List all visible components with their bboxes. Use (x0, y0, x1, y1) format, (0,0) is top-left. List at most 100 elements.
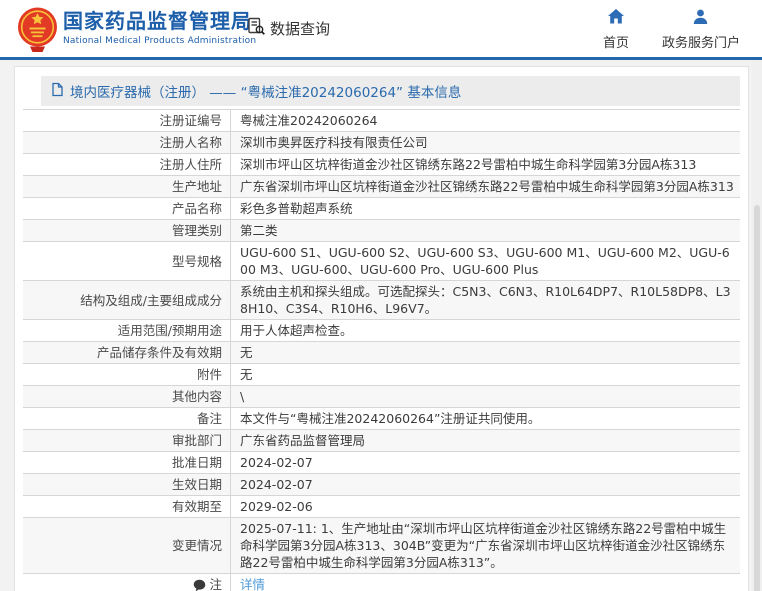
row-value: UGU-600 S1、UGU-600 S2、UGU-600 S3、UGU-600… (230, 242, 740, 280)
row-label: 注册证编号 (23, 110, 230, 131)
table-row: 管理类别第二类 (23, 219, 740, 241)
row-label-text: 注 (209, 576, 222, 591)
table-row: 注册人住所深圳市坪山区坑梓街道金沙社区锦绣东路22号雷柏中城生命科学园第3分园A… (23, 153, 740, 175)
nav-item-label: 政务服务门户 (662, 32, 740, 51)
table-row: 适用范围/预期用途用于人体超声检查。 (23, 319, 740, 341)
nav-item-label: 首页 (603, 32, 629, 51)
row-label: 管理类别 (23, 220, 230, 241)
row-label: 审批部门 (23, 430, 230, 451)
national-emblem-logo[interactable] (17, 6, 58, 57)
table-row: 变更情况 2025-07-11: 1、生产地址由“深圳市坪山区坑梓街道金沙社区锦绣… (23, 517, 740, 573)
row-label-text: 生产地址 (172, 178, 222, 195)
row-label: 注册人名称 (23, 132, 230, 153)
row-value: 粤械注准20242060264 (230, 110, 740, 131)
row-label-text: 注册人住所 (159, 156, 222, 173)
row-label-text: 有效期至 (172, 498, 222, 515)
row-label-text: 管理类别 (172, 222, 222, 239)
row-label: 其他内容 (23, 386, 230, 407)
row-value: 2025-07-11: 1、生产地址由“深圳市坪山区坑梓街道金沙社区锦绣东路22… (230, 518, 740, 573)
row-label: 结构及组成/主要组成成分 (23, 281, 230, 319)
row-value: 深圳市奥昇医疗科技有限责任公司 (230, 132, 740, 153)
agency-name-en: National Medical Products Administration (63, 36, 256, 46)
row-label: 变更情况 (23, 518, 230, 573)
row-label-text: 适用范围/预期用途 (118, 322, 222, 339)
agency-title-block[interactable]: 国家药品监督管理局 National Medical Products Admi… (63, 9, 256, 46)
header-divider (0, 57, 762, 60)
row-value: 用于人体超声检查。 (230, 320, 740, 341)
data-query-label: 数据查询 (270, 18, 330, 39)
row-label: 生效日期 (23, 474, 230, 495)
table-row: 注册人名称深圳市奥昇医疗科技有限责任公司 (23, 131, 740, 153)
row-value: 广东省药品监督管理局 (230, 430, 740, 451)
table-row: 附件无 (23, 363, 740, 385)
breadcrumb: 境内医疗器械（注册） —— “粤械注准20242060264” 基本信息 (41, 76, 740, 106)
content-panel: 境内医疗器械（注册） —— “粤械注准20242060264” 基本信息 注册证… (14, 66, 749, 591)
document-icon (51, 82, 64, 101)
table-row: 其他内容 \ (23, 385, 740, 407)
table-row: 备注本文件与“粤械注准20242060264”注册证共同使用。 (23, 407, 740, 429)
row-label: 注册人住所 (23, 154, 230, 175)
row-label-text: 附件 (197, 366, 222, 383)
row-label: 生产地址 (23, 176, 230, 197)
row-value: 详情 (230, 574, 740, 591)
data-query-button[interactable]: 数据查询 (247, 17, 330, 40)
site-header: 国家药品监督管理局 National Medical Products Admi… (0, 0, 762, 57)
home-icon (608, 9, 624, 28)
row-label: 产品名称 (23, 198, 230, 219)
table-row: 产品名称彩色多普勒超声系统 (23, 197, 740, 219)
row-value: 2029-02-06 (230, 496, 740, 517)
row-label-text: 审批部门 (172, 432, 222, 449)
scrollbar-thumb[interactable] (754, 205, 760, 591)
nav-item-portal[interactable]: 政务服务门户 (662, 9, 740, 51)
table-row: 注册证编号粤械注准20242060264 (23, 109, 740, 131)
row-label: 批准日期 (23, 452, 230, 473)
row-value: 系统由主机和探头组成。可选配探头：C5N3、C6N3、R10L64DP7、R10… (230, 281, 740, 319)
row-value: 深圳市坪山区坑梓街道金沙社区锦绣东路22号雷柏中城生命科学园第3分园A栋313 (230, 154, 740, 175)
row-label-text: 生效日期 (172, 476, 222, 493)
row-value: 广东省深圳市坪山区坑梓街道金沙社区锦绣东路22号雷柏中城生命科学园第3分园A栋3… (230, 176, 740, 197)
row-value: 本文件与“粤械注准20242060264”注册证共同使用。 (230, 408, 740, 429)
row-label: 注 (23, 574, 230, 591)
user-icon (693, 9, 708, 28)
nav-item-home[interactable]: 首页 (596, 9, 636, 51)
breadcrumb-text: 境内医疗器械（注册） —— “粤械注准20242060264” 基本信息 (70, 81, 461, 101)
row-label-text: 结构及组成/主要组成成分 (80, 292, 222, 309)
scrollbar-track[interactable] (752, 60, 762, 591)
row-label-text: 注册人名称 (159, 134, 222, 151)
row-value: 2024-02-07 (230, 474, 740, 495)
row-label: 适用范围/预期用途 (23, 320, 230, 341)
row-label-text: 批准日期 (172, 454, 222, 471)
table-row: 审批部门广东省药品监督管理局 (23, 429, 740, 451)
comment-icon (193, 579, 206, 591)
row-label: 有效期至 (23, 496, 230, 517)
table-row: 生产地址广东省深圳市坪山区坑梓街道金沙社区锦绣东路22号雷柏中城生命科学园第3分… (23, 175, 740, 197)
top-nav: 首页 政务服务门户 (596, 9, 740, 51)
row-value: 彩色多普勒超声系统 (230, 198, 740, 219)
details-link[interactable]: 详情 (240, 576, 265, 591)
row-value: 无 (230, 342, 740, 363)
row-value: 第二类 (230, 220, 740, 241)
row-label-text: 备注 (197, 410, 222, 427)
row-value: 无 (230, 364, 740, 385)
table-row: 生效日期 2024-02-07 (23, 473, 740, 495)
row-label: 产品储存条件及有效期 (23, 342, 230, 363)
row-value: \ (230, 386, 740, 407)
table-row: 有效期至 2029-02-06 (23, 495, 740, 517)
table-row: 注 详情 (23, 573, 740, 591)
row-label: 附件 (23, 364, 230, 385)
table-row: 批准日期 2024-02-07 (23, 451, 740, 473)
document-search-icon (247, 17, 266, 40)
agency-name-zh: 国家药品监督管理局 (63, 9, 256, 33)
row-label: 型号规格 (23, 242, 230, 280)
row-label-text: 注册证编号 (159, 112, 222, 129)
row-value: 2024-02-07 (230, 452, 740, 473)
table-row: 型号规格 UGU-600 S1、UGU-600 S2、UGU-600 S3、UGU… (23, 241, 740, 280)
row-label-text: 变更情况 (172, 537, 222, 554)
table-row: 结构及组成/主要组成成分系统由主机和探头组成。可选配探头：C5N3、C6N3、R… (23, 280, 740, 319)
row-label-text: 产品名称 (172, 200, 222, 217)
table-row: 产品储存条件及有效期无 (23, 341, 740, 363)
row-label: 备注 (23, 408, 230, 429)
row-label-text: 产品储存条件及有效期 (97, 344, 222, 361)
row-label-text: 其他内容 (172, 388, 222, 405)
row-label-text: 型号规格 (172, 253, 222, 270)
